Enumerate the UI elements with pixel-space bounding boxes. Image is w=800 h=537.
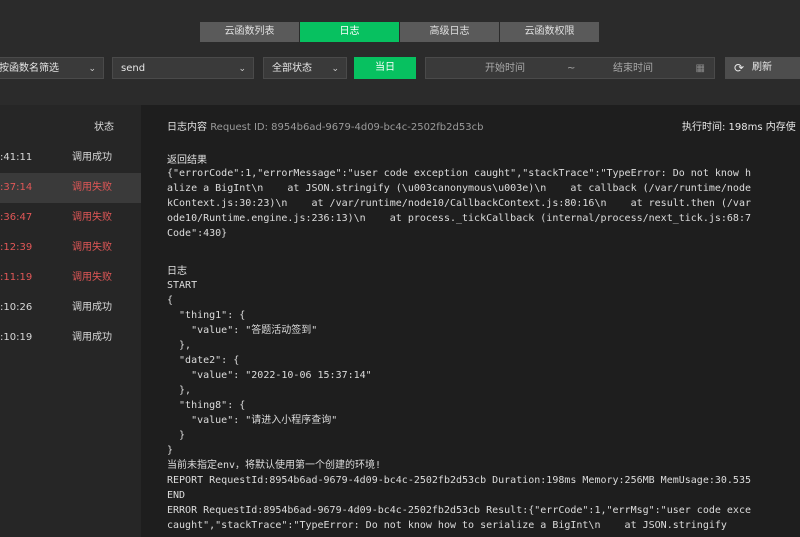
log-status: 调用失败: [72, 242, 112, 253]
log-time: :12:39: [0, 242, 33, 253]
tab-function-list[interactable]: 云函数列表: [200, 22, 299, 42]
log-list-item[interactable]: :41:11 调用成功: [0, 143, 141, 173]
log-status: 调用成功: [72, 152, 112, 163]
top-toolbar: 云函数列表 日志 高级日志 云函数权限 按函数名筛选 ⌄ send ⌄ 全部状态…: [0, 0, 800, 105]
log-detail-title: 日志内容: [167, 122, 207, 133]
chevron-down-icon: ⌄: [88, 64, 96, 74]
log-list-item[interactable]: :12:39 调用失败: [0, 233, 141, 263]
log-time: :36:47: [0, 212, 33, 223]
log-status: 调用失败: [72, 182, 112, 193]
result-section-label: 返回结果: [167, 155, 207, 166]
execution-time: 执行时间: 198ms 内存使: [682, 122, 796, 133]
log-list-item[interactable]: :11:19 调用失败: [0, 263, 141, 293]
log-time: :10:19: [0, 332, 33, 343]
refresh-icon: ⟳: [734, 61, 745, 75]
status-value: 全部状态: [272, 63, 312, 74]
log-time: :37:14: [0, 182, 33, 193]
request-id: Request ID: 8954b6ad-9679-4d09-bc4c-2502…: [210, 122, 484, 133]
log-text: START { "thing1": { "value": "答题活动签到" },…: [167, 280, 751, 531]
log-status: 调用失败: [72, 212, 112, 223]
log-list-item[interactable]: :37:14 调用失败: [0, 173, 141, 203]
log-time: :11:19: [0, 272, 33, 283]
log-status: 调用成功: [72, 302, 112, 313]
function-filter-select[interactable]: 按函数名筛选 ⌄: [0, 57, 104, 79]
log-time: :10:26: [0, 302, 33, 313]
start-time-placeholder: 开始时间: [485, 63, 525, 74]
result-text: {"errorCode":1,"errorMessage":"user code…: [167, 168, 751, 239]
log-status: 调用失败: [72, 272, 112, 283]
log-status: 调用成功: [72, 332, 112, 343]
tab-bar: 云函数列表 日志 高级日志 云函数权限: [200, 22, 600, 42]
tab-advanced-logs[interactable]: 高级日志: [400, 22, 499, 42]
calendar-icon: ▦: [695, 63, 705, 74]
refresh-button[interactable]: ⟳ 刷新: [725, 57, 800, 79]
status-column-header: 状态: [94, 122, 114, 133]
tab-logs[interactable]: 日志: [300, 22, 399, 42]
function-name-select[interactable]: send ⌄: [112, 57, 254, 79]
status-select[interactable]: 全部状态 ⌄: [263, 57, 347, 79]
log-detail-header: 日志内容 Request ID: 8954b6ad-9679-4d09-bc4c…: [167, 118, 483, 133]
log-list-item[interactable]: :36:47 调用失败: [0, 203, 141, 233]
end-time-placeholder: 结束时间: [613, 63, 653, 74]
function-filter-label: 按函数名筛选: [0, 63, 59, 74]
log-list-panel: 状态 :41:11 调用成功 :37:14 调用失败 :36:47 调用失败 :…: [0, 105, 141, 537]
log-list-item[interactable]: :10:26 调用成功: [0, 293, 141, 323]
log-time: :41:11: [0, 152, 33, 163]
log-list-item[interactable]: :10:19 调用成功: [0, 323, 141, 353]
function-name-value: send: [121, 63, 146, 74]
log-detail-panel: 日志内容 Request ID: 8954b6ad-9679-4d09-bc4c…: [141, 105, 800, 537]
tab-function-permissions[interactable]: 云函数权限: [500, 22, 599, 42]
date-range-picker[interactable]: 开始时间 ~ 结束时间 ▦: [425, 57, 715, 79]
log-section-label: 日志: [167, 266, 187, 277]
refresh-label: 刷新: [752, 62, 772, 73]
today-button[interactable]: 当日: [354, 57, 416, 79]
chevron-down-icon: ⌄: [238, 64, 246, 74]
date-range-separator: ~: [567, 63, 576, 74]
chevron-down-icon: ⌄: [331, 64, 339, 74]
